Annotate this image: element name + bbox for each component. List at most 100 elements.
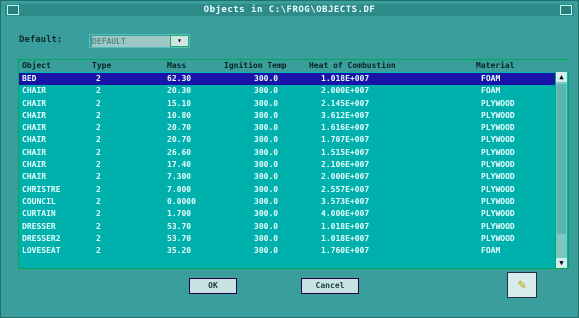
table-cell: CHAIR: [22, 160, 47, 170]
table-cell: 0.0000: [167, 196, 196, 206]
table-cell: COUNCIL: [22, 196, 56, 206]
column-header-type[interactable]: Type: [92, 61, 111, 70]
table-cell: 2: [96, 123, 101, 133]
table-cell: 300.0: [254, 221, 279, 231]
table-cell: 1.515E+007: [321, 147, 370, 157]
table-cell: 2: [96, 196, 101, 206]
table-cell: BED: [22, 74, 37, 83]
default-value: DEFAULT: [92, 36, 170, 47]
help-button[interactable]: ✎: [507, 272, 537, 298]
window-title: Objects in C:\FROG\OBJECTS.DF: [203, 5, 376, 15]
table-cell: LOVESEAT: [22, 246, 61, 256]
table-header: Object Type Mass Ignition Temp Heat of C…: [19, 60, 570, 72]
table-cell: 7.300: [167, 172, 192, 182]
table-cell: 2: [96, 221, 101, 231]
table-cell: 62.30: [167, 74, 192, 83]
table-row[interactable]: CHAIR 2 20.70 300.0 1.707E+007 PLYWOOD: [19, 134, 556, 146]
table-cell: CHAIR: [22, 123, 47, 133]
table-row[interactable]: CHAIR 2 17.40 300.0 2.106E+007 PLYWOOD: [19, 159, 556, 171]
table-cell: CHAIR: [22, 135, 47, 145]
table-cell: 1.018E+007: [321, 74, 370, 83]
table-cell: 300.0: [254, 147, 279, 157]
cancel-button[interactable]: Cancel: [301, 278, 359, 294]
table-cell: PLYWOOD: [481, 123, 515, 133]
table-cell: 20.70: [167, 123, 192, 133]
column-header-ignition-temp[interactable]: Ignition Temp: [224, 61, 287, 70]
table-cell: 1.707E+007: [321, 135, 370, 145]
table-cell: 300.0: [254, 74, 279, 83]
ok-button-label: OK: [208, 281, 218, 290]
table-row[interactable]: CURTAIN 2 1.700 300.0 4.000E+007 PLYWOOD: [19, 208, 556, 220]
table-cell: FOAM: [481, 74, 501, 83]
table-cell: 2: [96, 172, 101, 182]
table-cell: 2: [96, 86, 101, 96]
table-row[interactable]: CHAIR 2 20.70 300.0 1.616E+007 PLYWOOD: [19, 122, 556, 134]
table-cell: 300.0: [254, 135, 279, 145]
table-cell: 2: [96, 74, 101, 83]
column-header-heat-of-combustion[interactable]: Heat of Combustion: [309, 61, 396, 70]
objects-dialog: Objects in C:\FROG\OBJECTS.DF Default: D…: [0, 0, 579, 318]
table-cell: 2.000E+007: [321, 86, 370, 96]
table-cell: 300.0: [254, 98, 279, 108]
table-row[interactable]: CHAIR 2 20.30 300.0 2.000E+007 FOAM: [19, 85, 556, 97]
default-select[interactable]: DEFAULT ▾: [89, 34, 190, 48]
table-cell: PLYWOOD: [481, 160, 515, 170]
table-cell: FOAM: [481, 246, 501, 256]
table-cell: PLYWOOD: [481, 98, 515, 108]
objects-table: Object Type Mass Ignition Temp Heat of C…: [18, 59, 570, 269]
column-header-mass[interactable]: Mass: [167, 61, 186, 70]
table-row[interactable]: CHAIR 2 15.10 300.0 2.145E+007 PLYWOOD: [19, 98, 556, 110]
title-bar: Objects in C:\FROG\OBJECTS.DF: [5, 4, 574, 16]
table-row[interactable]: CHAIR 2 10.80 300.0 3.612E+007 PLYWOOD: [19, 110, 556, 122]
table-cell: DRESSER2: [22, 233, 61, 243]
vertical-scrollbar[interactable]: ▲ ▼: [555, 72, 567, 268]
table-cell: PLYWOOD: [481, 233, 515, 243]
table-cell: PLYWOOD: [481, 110, 515, 120]
table-cell: 3.612E+007: [321, 110, 370, 120]
table-cell: 2.106E+007: [321, 160, 370, 170]
table-row[interactable]: DRESSER 2 53.70 300.0 1.018E+007 PLYWOOD: [19, 221, 556, 233]
ok-button[interactable]: OK: [189, 278, 237, 294]
table-body: BED 2 62.30 300.0 1.018E+007 FOAM CHAIR 2 20.30 3…: [19, 73, 556, 257]
table-cell: 1.616E+007: [321, 123, 370, 133]
table-cell: CHAIR: [22, 110, 47, 120]
table-row[interactable]: DRESSER2 2 53.70 300.0 1.018E+007 PLYWOOD: [19, 233, 556, 245]
scroll-up-icon[interactable]: ▲: [556, 72, 567, 82]
chevron-down-icon[interactable]: ▾: [170, 35, 189, 47]
table-cell: 300.0: [254, 110, 279, 120]
table-row[interactable]: BED 2 62.30 300.0 1.018E+007 FOAM: [19, 73, 556, 86]
table-cell: 15.10: [167, 98, 192, 108]
table-cell: PLYWOOD: [481, 209, 515, 219]
default-label: Default:: [19, 35, 63, 45]
table-row[interactable]: COUNCIL 2 0.0000 300.0 3.573E+007 PLYWOOD: [19, 196, 556, 208]
system-menu-button[interactable]: [7, 5, 19, 15]
table-cell: DRESSER: [22, 221, 56, 231]
table-cell: 2: [96, 135, 101, 145]
table-cell: 4.000E+007: [321, 209, 370, 219]
table-row[interactable]: CHRISTRE 2 7.000 300.0 2.557E+007 PLYWOOD: [19, 184, 556, 196]
table-cell: 2: [96, 160, 101, 170]
table-cell: 300.0: [254, 123, 279, 133]
table-cell: 1.018E+007: [321, 233, 370, 243]
table-cell: PLYWOOD: [481, 172, 515, 182]
table-cell: 53.70: [167, 233, 192, 243]
scroll-down-icon[interactable]: ▼: [556, 258, 567, 268]
table-row[interactable]: LOVESEAT 2 35.20 300.0 1.760E+007 FOAM: [19, 245, 556, 257]
table-cell: 300.0: [254, 86, 279, 96]
table-cell: 1.760E+007: [321, 246, 370, 256]
table-row[interactable]: CHAIR 2 26.60 300.0 1.515E+007 PLYWOOD: [19, 147, 556, 159]
table-cell: 20.30: [167, 86, 192, 96]
table-cell: PLYWOOD: [481, 184, 515, 194]
column-header-material[interactable]: Material: [476, 61, 515, 70]
table-cell: 2.145E+007: [321, 98, 370, 108]
table-cell: 17.40: [167, 160, 192, 170]
table-row[interactable]: CHAIR 2 7.300 300.0 2.000E+007 PLYWOOD: [19, 171, 556, 183]
table-cell: CHAIR: [22, 172, 47, 182]
table-cell: 300.0: [254, 233, 279, 243]
maximize-button[interactable]: [560, 5, 572, 15]
table-cell: 20.70: [167, 135, 192, 145]
scroll-thumb[interactable]: [557, 84, 566, 234]
column-header-object[interactable]: Object: [22, 61, 51, 70]
table-cell: CHAIR: [22, 147, 47, 157]
table-cell: PLYWOOD: [481, 196, 515, 206]
